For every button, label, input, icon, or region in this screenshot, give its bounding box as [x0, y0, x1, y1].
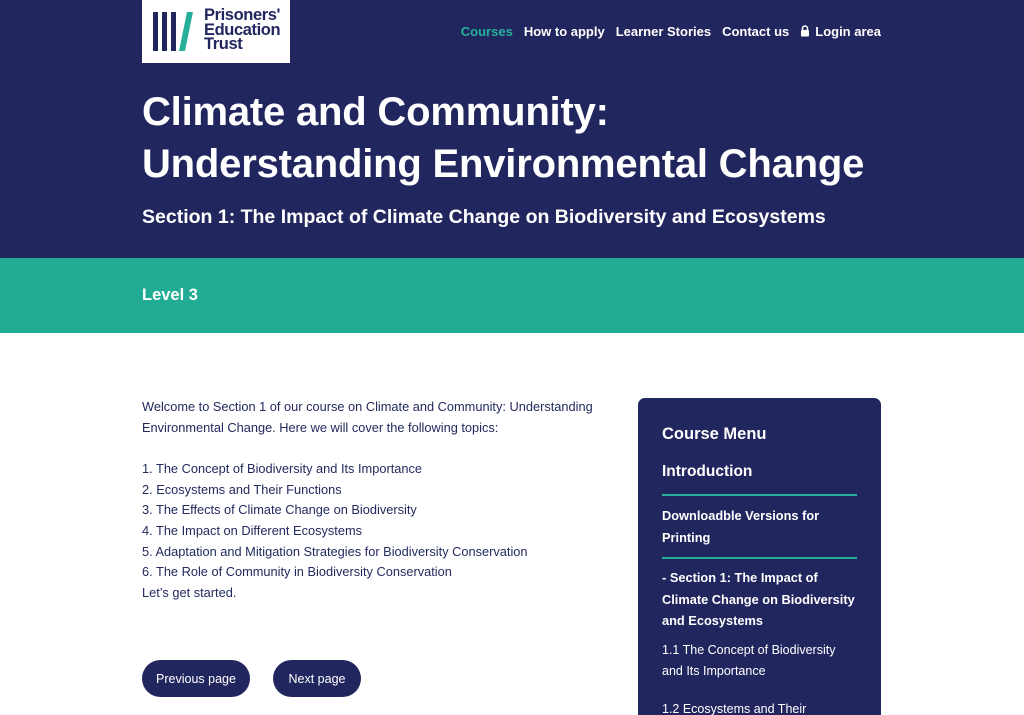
list-item: 4. The Impact on Different Ecosystems	[142, 523, 363, 539]
list-item: 5. Adaptation and Mitigation Strategies …	[142, 543, 528, 559]
menu-subitem-1-2[interactable]: 1.2 Ecosystems and Their Functions	[662, 699, 857, 715]
topics-list: 1. The Concept of Biodiversity and Its I…	[142, 459, 612, 583]
outro-paragraph: Let’s get started.	[142, 585, 237, 601]
section-content: Welcome to Section 1 of our course on Cl…	[142, 397, 612, 604]
list-item: 6. The Role of Community in Biodiversity…	[142, 564, 452, 580]
lock-icon	[801, 25, 810, 37]
nav-login-area[interactable]: Login area	[800, 24, 881, 39]
course-menu: Course Menu Introduction Downloadble Ver…	[638, 398, 881, 715]
site-header: Prisoners' Education Trust Courses How t…	[0, 0, 1024, 258]
main-nav: Courses How to apply Learner Stories Con…	[450, 22, 881, 40]
prisoners-education-trust-logo[interactable]: Prisoners' Education Trust	[142, 0, 290, 63]
menu-item-introduction[interactable]: Introduction	[662, 462, 857, 482]
section-subtitle: Section 1: The Impact of Climate Change …	[142, 206, 826, 228]
menu-item-section-1[interactable]: - Section 1: The Impact of Climate Chang…	[662, 567, 857, 632]
logo-text: Prisoners' Education Trust	[204, 7, 288, 53]
login-label: Login area	[815, 23, 881, 39]
course-level: Level 3	[142, 286, 198, 304]
course-menu-title: Course Menu	[662, 425, 767, 443]
page-title: Climate and Community: Understanding Env…	[142, 86, 902, 190]
list-item: 2. Ecosystems and Their Functions	[142, 481, 342, 497]
title-line: Understanding Environmental Change	[142, 142, 865, 186]
list-item: 1. The Concept of Biodiversity and Its I…	[142, 460, 423, 476]
nav-learner-stories[interactable]: Learner Stories	[616, 24, 711, 39]
menu-divider	[662, 494, 857, 496]
list-item: 3. The Effects of Climate Change on Biod…	[142, 502, 417, 518]
previous-page-button[interactable]: Previous page	[142, 660, 250, 697]
logo-line: Trust	[204, 35, 243, 53]
intro-paragraph: Welcome to Section 1 of our course on Cl…	[142, 399, 593, 435]
logo-bars-icon	[153, 12, 193, 51]
menu-item-downloadable-versions[interactable]: Downloadble Versions for Printing	[662, 505, 857, 548]
title-line: Climate and Community:	[142, 90, 609, 134]
menu-divider	[662, 557, 857, 559]
next-page-button[interactable]: Next page	[273, 660, 361, 697]
nav-contact-us[interactable]: Contact us	[722, 24, 789, 39]
nav-courses[interactable]: Courses	[461, 24, 513, 39]
menu-subitem-1-1[interactable]: 1.1 The Concept of Biodiversity and Its …	[662, 640, 857, 682]
nav-how-to-apply[interactable]: How to apply	[524, 24, 605, 39]
